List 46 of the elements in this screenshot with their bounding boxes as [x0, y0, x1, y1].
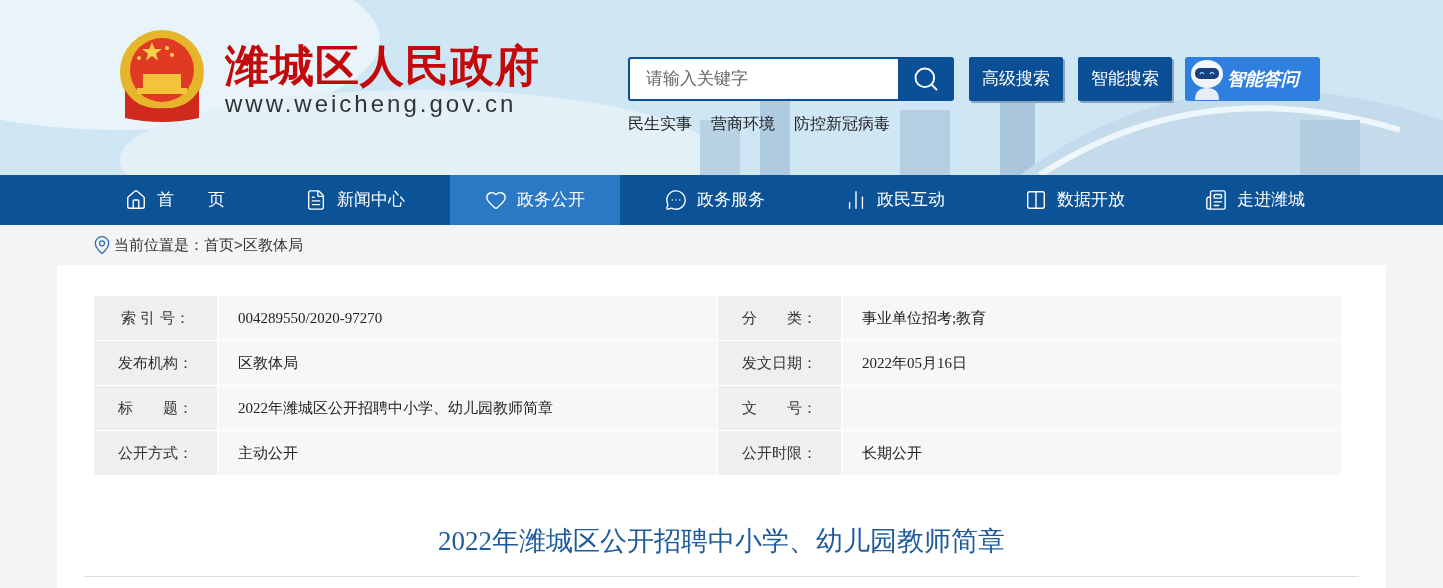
breadcrumb-separator: >: [234, 234, 243, 255]
site-url: www.weicheng.gov.cn: [225, 90, 518, 118]
field-value: 长期公开: [842, 431, 1341, 475]
nav-tab[interactable]: 政民互动: [810, 175, 980, 225]
search-icon: [912, 65, 940, 93]
site-title: 潍城区人民政府: [225, 42, 540, 90]
breadcrumb-link[interactable]: 首页: [204, 233, 234, 257]
nav-tab[interactable]: 政务服务: [630, 175, 800, 225]
nav-tab[interactable]: 走进潍城: [1170, 175, 1340, 225]
article-title: 2022年潍城区公开招聘中小学、幼儿园教师简章: [437, 525, 1006, 558]
search-field[interactable]: 请输入关键字: [628, 57, 898, 101]
field-value: 事业单位招考;教育: [842, 296, 1341, 340]
search-button[interactable]: [898, 57, 954, 101]
list-document-icon: [1205, 189, 1227, 211]
home-icon: [125, 189, 147, 211]
field-value: 2022年潍城区公开招聘中小学、幼儿园教师简章: [218, 386, 717, 430]
nav-tab[interactable]: 首 页: [90, 175, 260, 225]
nav-tab[interactable]: 新闻中心: [270, 175, 440, 225]
field-label: 文 号：: [718, 386, 841, 430]
document-icon: [305, 189, 327, 211]
field-value: 2022年05月16日: [842, 341, 1341, 385]
hot-link[interactable]: 民生实事: [628, 112, 692, 136]
field-value: 004289550/2020-97270: [218, 296, 717, 340]
heart-icon: [485, 189, 507, 211]
field-label: 发布机构：: [94, 341, 217, 385]
columns-icon: [1025, 189, 1047, 211]
field-label: 发文日期：: [718, 341, 841, 385]
nav-tab[interactable]: 数据开放: [990, 175, 1160, 225]
field-label: 公开方式：: [94, 431, 217, 475]
assistant-button[interactable]: 智能答问: [1185, 57, 1320, 101]
location-pin-icon: [92, 235, 112, 255]
chat-bubble-icon: [665, 189, 687, 211]
field-value: 主动公开: [218, 431, 717, 475]
search-option-button[interactable]: 智能搜索: [1078, 57, 1172, 101]
emblem-icon: [117, 30, 207, 122]
field-label: 索 引 号：: [94, 296, 217, 340]
hot-link[interactable]: 营商环境: [711, 112, 775, 136]
field-label: 分 类：: [718, 296, 841, 340]
breadcrumb-label: 当前位置是：: [114, 234, 204, 255]
nav-tab[interactable]: 政务公开: [450, 175, 620, 225]
field-label: 标 题：: [94, 386, 217, 430]
search-option-button[interactable]: 高级搜索: [969, 57, 1063, 101]
breadcrumb-link[interactable]: 区教体局: [242, 233, 303, 257]
field-value: 区教体局: [218, 341, 717, 385]
field-label: 公开时限：: [718, 431, 841, 475]
hot-link[interactable]: 防控新冠病毒: [794, 112, 890, 136]
